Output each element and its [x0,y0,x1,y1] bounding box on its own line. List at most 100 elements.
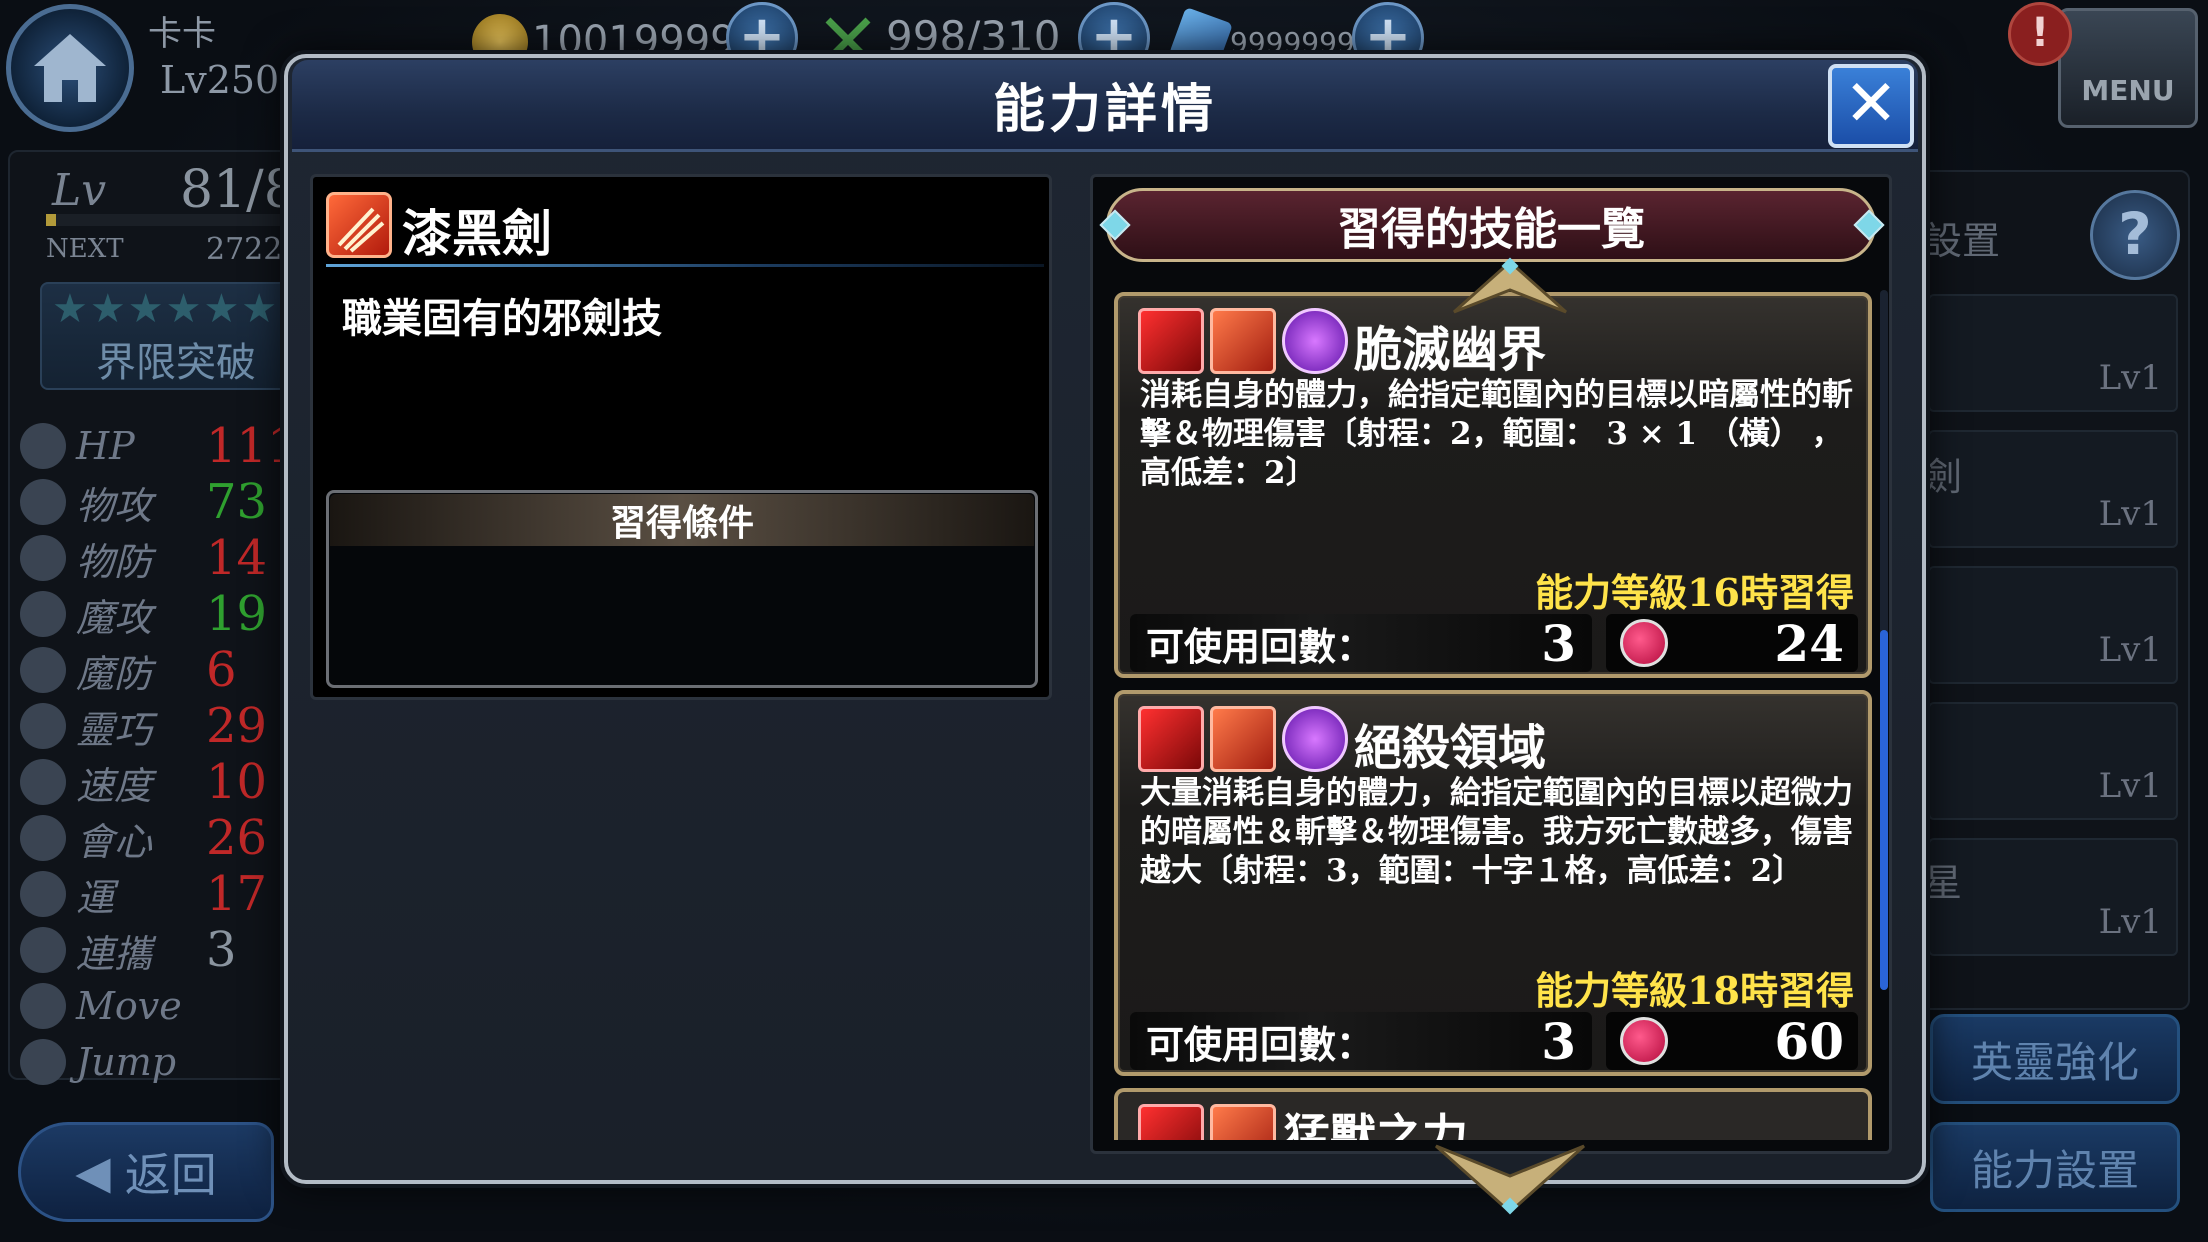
lv-value: 81/8 [180,160,297,220]
sword-icon [20,479,66,525]
skill-name: 猛獸之力 [1284,1109,1468,1140]
hero-enhance-label: 英靈強化 [1970,1037,2139,1087]
scroll-up-arrow-icon[interactable] [1450,256,1570,316]
physical-attribute-icon [1210,706,1276,772]
player-name: 卡卡 [148,14,216,54]
close-icon: ✕ [1844,67,1898,141]
dialog-title: 能力詳情 [992,79,1217,140]
home-icon [34,34,106,102]
stat-value: 10 [206,754,268,810]
slash-attribute-icon [1138,1104,1204,1140]
stat-name: 速度 [76,763,153,808]
ability-slot-3[interactable]: Lv1 [1928,566,2178,684]
ability-settings-button[interactable]: 能力設置 [1930,1122,2180,1212]
home-button[interactable] [6,4,134,132]
ability-name: 漆黑劍 [402,204,552,263]
stat-row-luck: 運 17 [20,866,300,922]
stat-name: Jump [76,1040,177,1084]
slot-level: Lv1 [2098,630,2162,670]
alert-icon[interactable]: ! [2008,2,2072,66]
next-label: NEXT [46,234,124,264]
menu-button[interactable]: MENU [2058,8,2198,128]
scroll-thumb[interactable] [1880,630,1888,990]
ability-slot-2[interactable]: Lv1 [1928,430,2178,548]
crit-icon [20,815,66,861]
menu-label: MENU [2081,74,2175,107]
skill-card-1[interactable]: 脆滅幽界 消耗自身的體力，給指定範圍內的目標以暗屬性的斬擊＆物理傷害〔射程：2，… [1114,292,1872,678]
ability-slot-5[interactable]: Lv1 [1928,838,2178,956]
back-button[interactable]: ◀ 返回 [18,1122,274,1222]
stat-row-pdef: 物防 14 [20,530,300,586]
stat-name: 魔攻 [76,595,153,640]
shield-icon [20,535,66,581]
ability-slot-4[interactable]: Lv1 [1928,702,2178,820]
clover-icon [20,871,66,917]
skill-card-3[interactable]: 猛獸之力 [1114,1088,1872,1140]
stat-name: 運 [76,875,115,920]
skill-stats-bar: 可使用回數： 3 60 [1130,1012,1858,1071]
help-icon[interactable]: ? [2090,190,2180,280]
uses-value: 3 [1541,613,1576,673]
stat-value: 73 [206,474,268,530]
boot-icon [20,759,66,805]
skill-name: 脆滅幽界 [1354,322,1547,378]
skill-learn-level: 能力等級16時習得 [1535,570,1854,615]
stat-value: 14 [206,530,268,586]
stat-row-speed: 速度 10 [20,754,300,810]
limit-break-label: 界限突破 [96,340,256,386]
slash-attribute-icon [1138,308,1204,374]
stat-row-move: Move [20,978,300,1034]
back-arrow-icon: ◀ [75,1145,111,1199]
stat-name: 物防 [76,539,153,584]
cost-box: 60 [1606,1012,1858,1071]
slash-attribute-icon [1138,706,1204,772]
right-fragment-2: 劍 [1924,455,1963,499]
ability-settings-label: 能力設置 [1970,1145,2139,1195]
stat-name: Move [76,984,182,1028]
ability-slot-1[interactable]: Lv1 [1928,294,2178,412]
magic-shield-icon [20,647,66,693]
dark-attribute-icon [1282,706,1348,772]
swirl-icon [20,703,66,749]
player-level: Lv250 [160,58,280,102]
stat-value: 26 [206,810,268,866]
skill-card-2[interactable]: 絕殺領域 大量消耗自身的體力，給指定範圍內的目標以超微力的暗屬性＆斬擊＆物理傷害… [1114,690,1872,1076]
lv-label: Lv [52,165,107,216]
skill-list-title-text: 習得的技能一覽 [1337,204,1645,255]
heart-icon [20,423,66,469]
uses-box: 可使用回數： 3 [1130,1012,1592,1071]
staff-icon [20,591,66,637]
uses-label: 可使用回數： [1146,623,1375,669]
uses-box: 可使用回數： 3 [1130,613,1592,673]
exp-bar [46,214,286,226]
slot-level: Lv1 [2098,766,2162,806]
skill-name: 絕殺領域 [1354,720,1547,776]
stars-row: ★★★★★★ [52,286,280,332]
jump-icon [20,1039,66,1085]
next-value: 2722 [206,232,283,267]
slot-level: Lv1 [2098,902,2162,942]
skill-list-title: 習得的技能一覽 [1106,188,1876,262]
close-button[interactable]: ✕ [1828,64,1914,148]
right-fragment-3: 星 [1924,861,1963,905]
stat-row-jump: Jump [20,1034,300,1090]
slot-level: Lv1 [2098,494,2162,534]
dark-sword-icon [326,192,392,258]
stat-name: 魔防 [76,651,153,696]
chain-icon [20,927,66,973]
hero-enhance-button[interactable]: 英靈強化 [1930,1014,2180,1104]
skill-description: 消耗自身的體力，給指定範圍內的目標以暗屬性的斬擊＆物理傷害〔射程：2，範圍： 3… [1140,377,1853,491]
stat-value: 3 [206,922,237,978]
stat-row-mdef: 魔防 6 [20,642,300,698]
stat-row-hp: HP 111 [20,418,300,474]
uses-label: 可使用回數： [1146,1021,1375,1067]
dark-attribute-icon [1282,308,1348,374]
stat-name: HP [76,424,135,468]
stat-row-crit: 會心 26 [20,810,300,866]
learn-condition-header: 習得條件 [330,494,1034,546]
scroll-down-arrow-icon[interactable] [1430,1140,1590,1220]
move-icon [20,983,66,1029]
stat-name: 會心 [76,819,153,864]
slot-level: Lv1 [2098,358,2162,398]
right-fragment-1: 設置 [1924,219,2001,263]
